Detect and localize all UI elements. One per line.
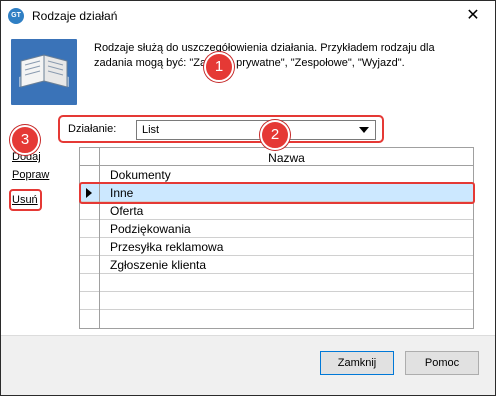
dialog-footer: Zamknij Pomoc (1, 335, 495, 395)
row-selector[interactable] (80, 256, 100, 274)
delete-highlight-box (9, 189, 42, 211)
empty-row (80, 310, 473, 328)
row-selector-header (80, 148, 100, 166)
close-dialog-button[interactable]: Zamknij (320, 351, 394, 375)
row-cell: Oferta (110, 204, 144, 218)
annotation-badge-3: 3 (10, 125, 40, 155)
help-button[interactable]: Pomoc (405, 351, 479, 375)
app-icon: GT (8, 8, 24, 24)
row-cell: Przesyłka reklamowa (110, 240, 224, 254)
chevron-down-icon (359, 127, 369, 133)
filter-row: Działanie: List (58, 115, 384, 143)
book-icon (11, 39, 77, 105)
grid-header: Nazwa (80, 148, 473, 166)
close-icon: ✕ (466, 7, 480, 24)
types-grid[interactable]: Nazwa Dokumenty Inne Oferta Podziękowani… (79, 147, 474, 329)
table-row[interactable]: Podziękowania (80, 220, 473, 238)
empty-row (80, 274, 473, 292)
row-selector (80, 292, 100, 310)
dialog-content: Rodzaje służą do uszczegółowienia działa… (1, 31, 495, 365)
row-selector (80, 274, 100, 292)
description-text: Rodzaje służą do uszczegółowienia działa… (94, 42, 435, 69)
row-cell: Podziękowania (110, 222, 191, 236)
table-row[interactable]: Zgłoszenie klienta (80, 256, 473, 274)
row-selector (80, 310, 100, 328)
dropdown-value: List (142, 124, 160, 136)
annotation-badge-2: 2 (260, 120, 290, 150)
column-header-name[interactable]: Nazwa (100, 151, 473, 165)
filter-label: Działanie: (68, 123, 117, 135)
action-dropdown[interactable]: List (136, 120, 376, 140)
row-selector[interactable] (80, 220, 100, 238)
table-row[interactable]: Przesyłka reklamowa (80, 238, 473, 256)
window-title: Rodzaje działań (32, 9, 118, 23)
row-selector[interactable] (80, 202, 100, 220)
selected-row-highlight-box (79, 182, 475, 204)
row-cell: Dokumenty (110, 168, 171, 182)
close-button[interactable]: ✕ (459, 3, 487, 29)
row-cell: Zgłoszenie klienta (110, 258, 207, 272)
title-bar: GT Rodzaje działań ✕ (1, 1, 495, 31)
empty-row (80, 292, 473, 310)
annotation-badge-1: 1 (204, 52, 234, 82)
edit-link[interactable]: Popraw (12, 169, 49, 181)
table-row[interactable]: Oferta (80, 202, 473, 220)
dialog-window: GT Rodzaje działań ✕ Rodzaje służą do us… (0, 0, 496, 396)
row-selector[interactable] (80, 238, 100, 256)
